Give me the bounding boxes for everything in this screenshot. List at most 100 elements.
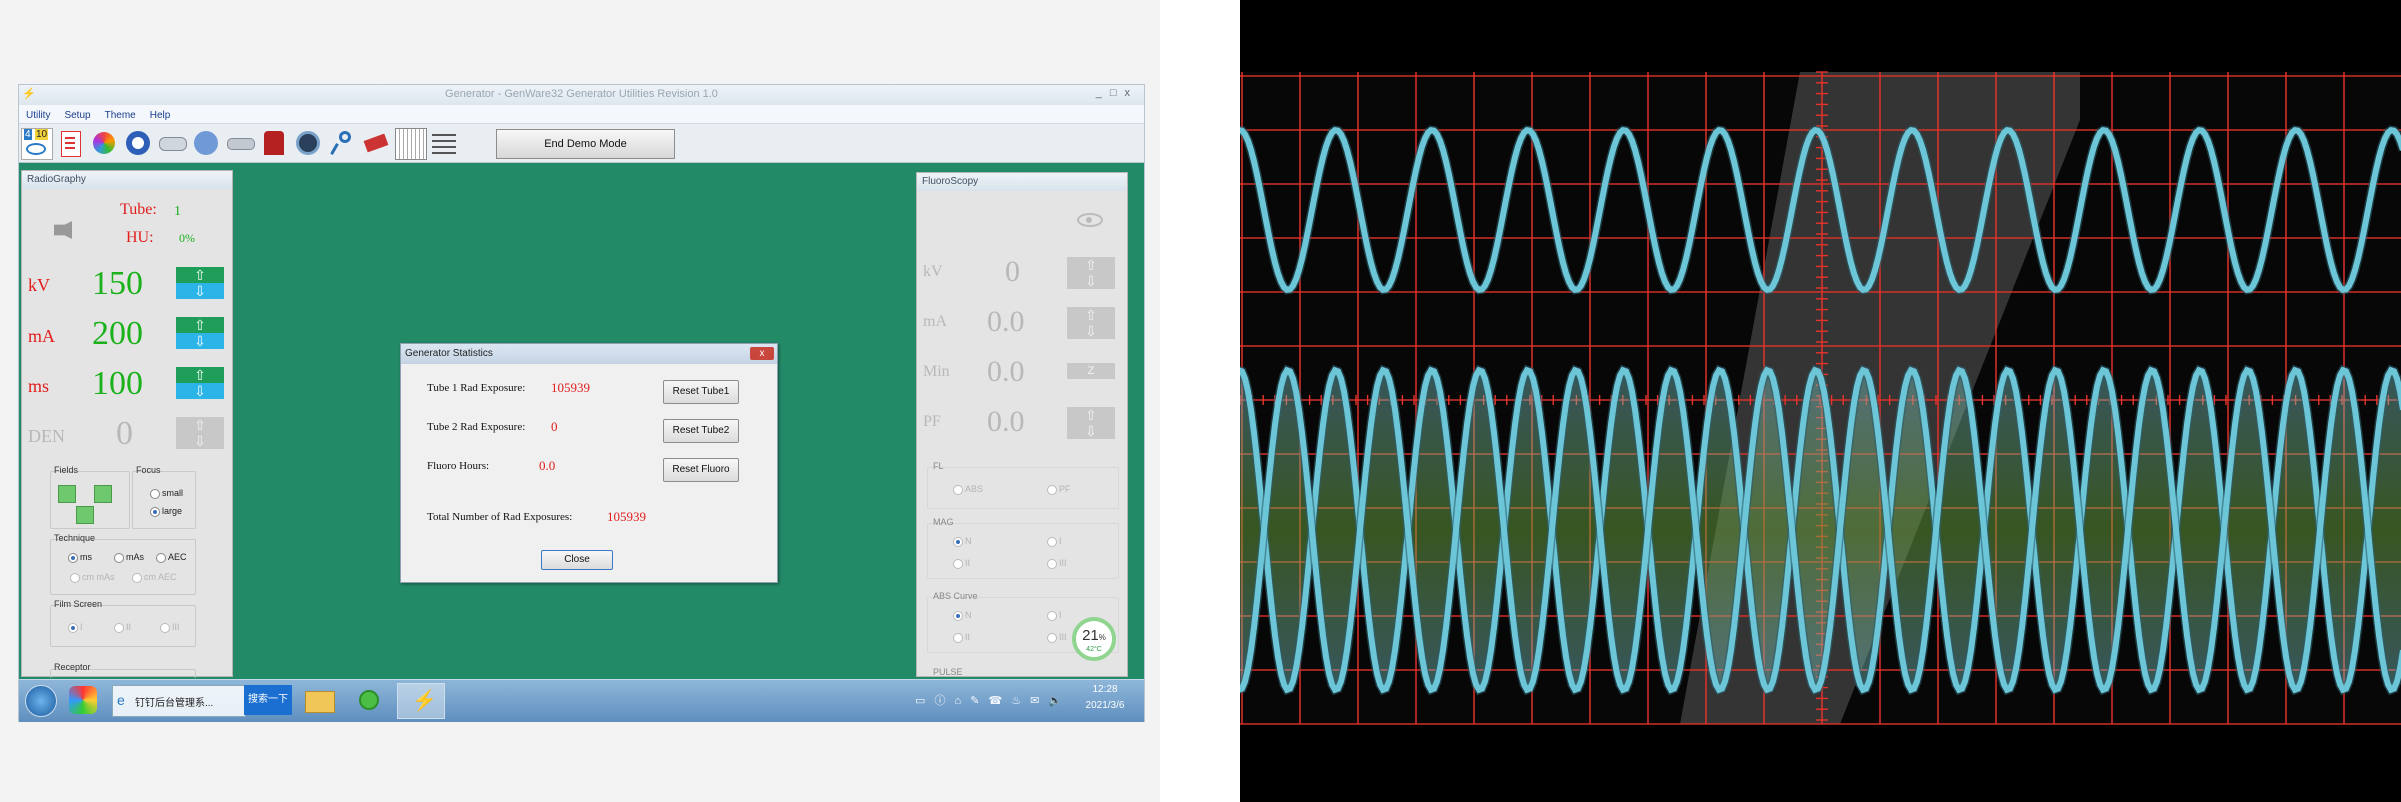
generator-task[interactable]: ⚡ (397, 683, 445, 719)
tray-icons[interactable]: ▭ ⓘ ⌂ ✎ ☎ ♨ ✉ 🔈 (915, 692, 1065, 708)
clock-time[interactable]: 12:28 (1077, 684, 1133, 695)
focus-small-radio[interactable] (150, 489, 160, 499)
mag-n-radio[interactable] (953, 537, 963, 547)
tech-ms-radio[interactable] (68, 553, 78, 563)
abs-curve-label: ABS Curve (933, 591, 978, 601)
fl-pf-stepper[interactable]: ⇧ ⇩ (1067, 407, 1115, 439)
kv-down-arrow-icon[interactable]: ⇩ (176, 283, 224, 299)
ma-stepper[interactable]: ⇧ ⇩ (176, 317, 224, 349)
grid-icon[interactable] (395, 128, 427, 160)
reset-fluoro-button[interactable]: Reset Fluoro (663, 458, 739, 482)
search-button[interactable]: 搜索一下 (244, 685, 292, 715)
field-center[interactable] (76, 506, 94, 524)
total-exposures-value: 105939 (607, 509, 646, 524)
minimize-button[interactable]: _ (1096, 87, 1110, 99)
radiation-icon[interactable] (123, 128, 153, 158)
start-button[interactable] (25, 685, 57, 717)
fl-pf-down-arrow-icon[interactable]: ⇩ (1067, 423, 1115, 439)
ma-down-arrow-icon[interactable]: ⇩ (176, 333, 224, 349)
den-stepper[interactable]: ⇧ ⇩ (176, 417, 224, 449)
film-screen-label: Film Screen (54, 599, 103, 609)
lens-icon[interactable] (259, 128, 289, 158)
mag-i-radio[interactable] (1047, 537, 1057, 547)
fl-ma-stepper[interactable]: ⇧ ⇩ (1067, 307, 1115, 339)
ms-up-arrow-icon[interactable]: ⇧ (176, 367, 224, 383)
den-down-arrow-icon[interactable]: ⇩ (176, 433, 224, 449)
focus-large-radio[interactable] (150, 507, 160, 517)
close-window-button[interactable]: x (1125, 87, 1139, 99)
waveform-icon[interactable] (191, 128, 221, 158)
fs-2-radio[interactable] (114, 623, 124, 633)
fl-kv-down-arrow-icon[interactable]: ⇩ (1067, 273, 1115, 289)
eye-icon[interactable] (1077, 213, 1103, 227)
focus-small-label: small (162, 488, 184, 498)
palette-icon[interactable] (89, 128, 119, 158)
tech-aec-radio[interactable] (156, 553, 166, 563)
counter-digit-b: 10 (35, 129, 49, 140)
ac-n-radio[interactable] (953, 611, 963, 621)
ac-iii-label: III (1059, 632, 1067, 642)
fl-pf-value: 0.0 (987, 405, 1025, 438)
refresh-icon[interactable] (347, 685, 391, 715)
ac-iii-radio[interactable] (1047, 633, 1057, 643)
document-icon[interactable] (55, 128, 85, 158)
probe-icon[interactable] (327, 128, 357, 158)
kv-label: kV (28, 275, 50, 295)
mag-iii-radio[interactable] (1047, 559, 1057, 569)
fl-pf-up-arrow-icon[interactable]: ⇧ (1067, 407, 1115, 424)
fs-3-radio[interactable] (160, 623, 170, 633)
folder-icon[interactable] (297, 685, 341, 715)
ms-down-arrow-icon[interactable]: ⇩ (176, 383, 224, 399)
tech-cm-aec-radio[interactable] (132, 573, 142, 583)
app-icon[interactable] (69, 686, 97, 714)
total-exposures-label: Total Number of Rad Exposures: (427, 511, 573, 523)
maximize-button[interactable]: □ (1110, 87, 1125, 99)
bar-icon[interactable] (225, 128, 255, 158)
fl-kv-stepper[interactable]: ⇧ ⇩ (1067, 257, 1115, 289)
kv-stepper[interactable]: ⇧ ⇩ (176, 267, 224, 299)
fl-abs-radio[interactable] (953, 485, 963, 495)
end-demo-mode-button[interactable]: End Demo Mode (496, 129, 675, 159)
fl-kv-value: 0 (1005, 255, 1020, 288)
counter-icon[interactable]: 4 10 (21, 128, 53, 160)
tech-cm-aec-label: cm AEC (144, 572, 177, 582)
tech-cm-mas-radio[interactable] (70, 573, 80, 583)
generator-window: ⚡ Generator - GenWare32 Generator Utilit… (18, 84, 1145, 722)
fl-min-reset-button[interactable]: Z (1067, 363, 1115, 379)
field-right[interactable] (94, 485, 112, 503)
fl-ma-up-arrow-icon[interactable]: ⇧ (1067, 307, 1115, 324)
ac-ii-radio[interactable] (953, 633, 963, 643)
desktop-area: RadioGraphy Tube: 1 HU: 0% kV 150 ⇧ ⇩ mA … (19, 163, 1144, 679)
lens-icon-2[interactable] (293, 128, 323, 158)
close-button[interactable]: Close (541, 550, 613, 570)
mag-ii-radio[interactable] (953, 559, 963, 569)
dialog-close-icon[interactable]: x (750, 347, 774, 360)
fl-pf-radio[interactable] (1047, 485, 1057, 495)
kv-up-arrow-icon[interactable]: ⇧ (176, 267, 224, 283)
ac-i-radio[interactable] (1047, 611, 1057, 621)
fl-kv-up-arrow-icon[interactable]: ⇧ (1067, 257, 1115, 274)
reset-tube2-button[interactable]: Reset Tube2 (663, 419, 739, 443)
clock-date[interactable]: 2021/3/6 (1077, 700, 1133, 711)
tube-label: Tube: (120, 201, 157, 218)
fl-ma-down-arrow-icon[interactable]: ⇩ (1067, 323, 1115, 339)
reset-tube1-button[interactable]: Reset Tube1 (663, 380, 739, 404)
fs-1-label: I (80, 622, 83, 632)
tech-aec-label: AEC (168, 552, 187, 562)
tech-ms-label: ms (80, 552, 92, 562)
field-left[interactable] (58, 485, 76, 503)
tube-icon[interactable] (157, 128, 187, 158)
window-controls[interactable]: _□x (1096, 87, 1138, 99)
taskbar-task-browser[interactable]: e 钉钉后台管理系... (112, 685, 246, 717)
ma-up-arrow-icon[interactable]: ⇧ (176, 317, 224, 333)
menu-help[interactable]: Help (143, 107, 178, 121)
ms-stepper[interactable]: ⇧ ⇩ (176, 367, 224, 399)
den-up-arrow-icon[interactable]: ⇧ (176, 417, 224, 434)
menu-utility[interactable]: Utility (19, 107, 57, 121)
ruler-icon[interactable] (361, 128, 391, 158)
menu-setup[interactable]: Setup (57, 107, 97, 121)
chart-icon[interactable] (429, 128, 459, 158)
fs-1-radio[interactable] (68, 623, 78, 633)
menu-theme[interactable]: Theme (98, 107, 143, 121)
tech-mas-radio[interactable] (114, 553, 124, 563)
